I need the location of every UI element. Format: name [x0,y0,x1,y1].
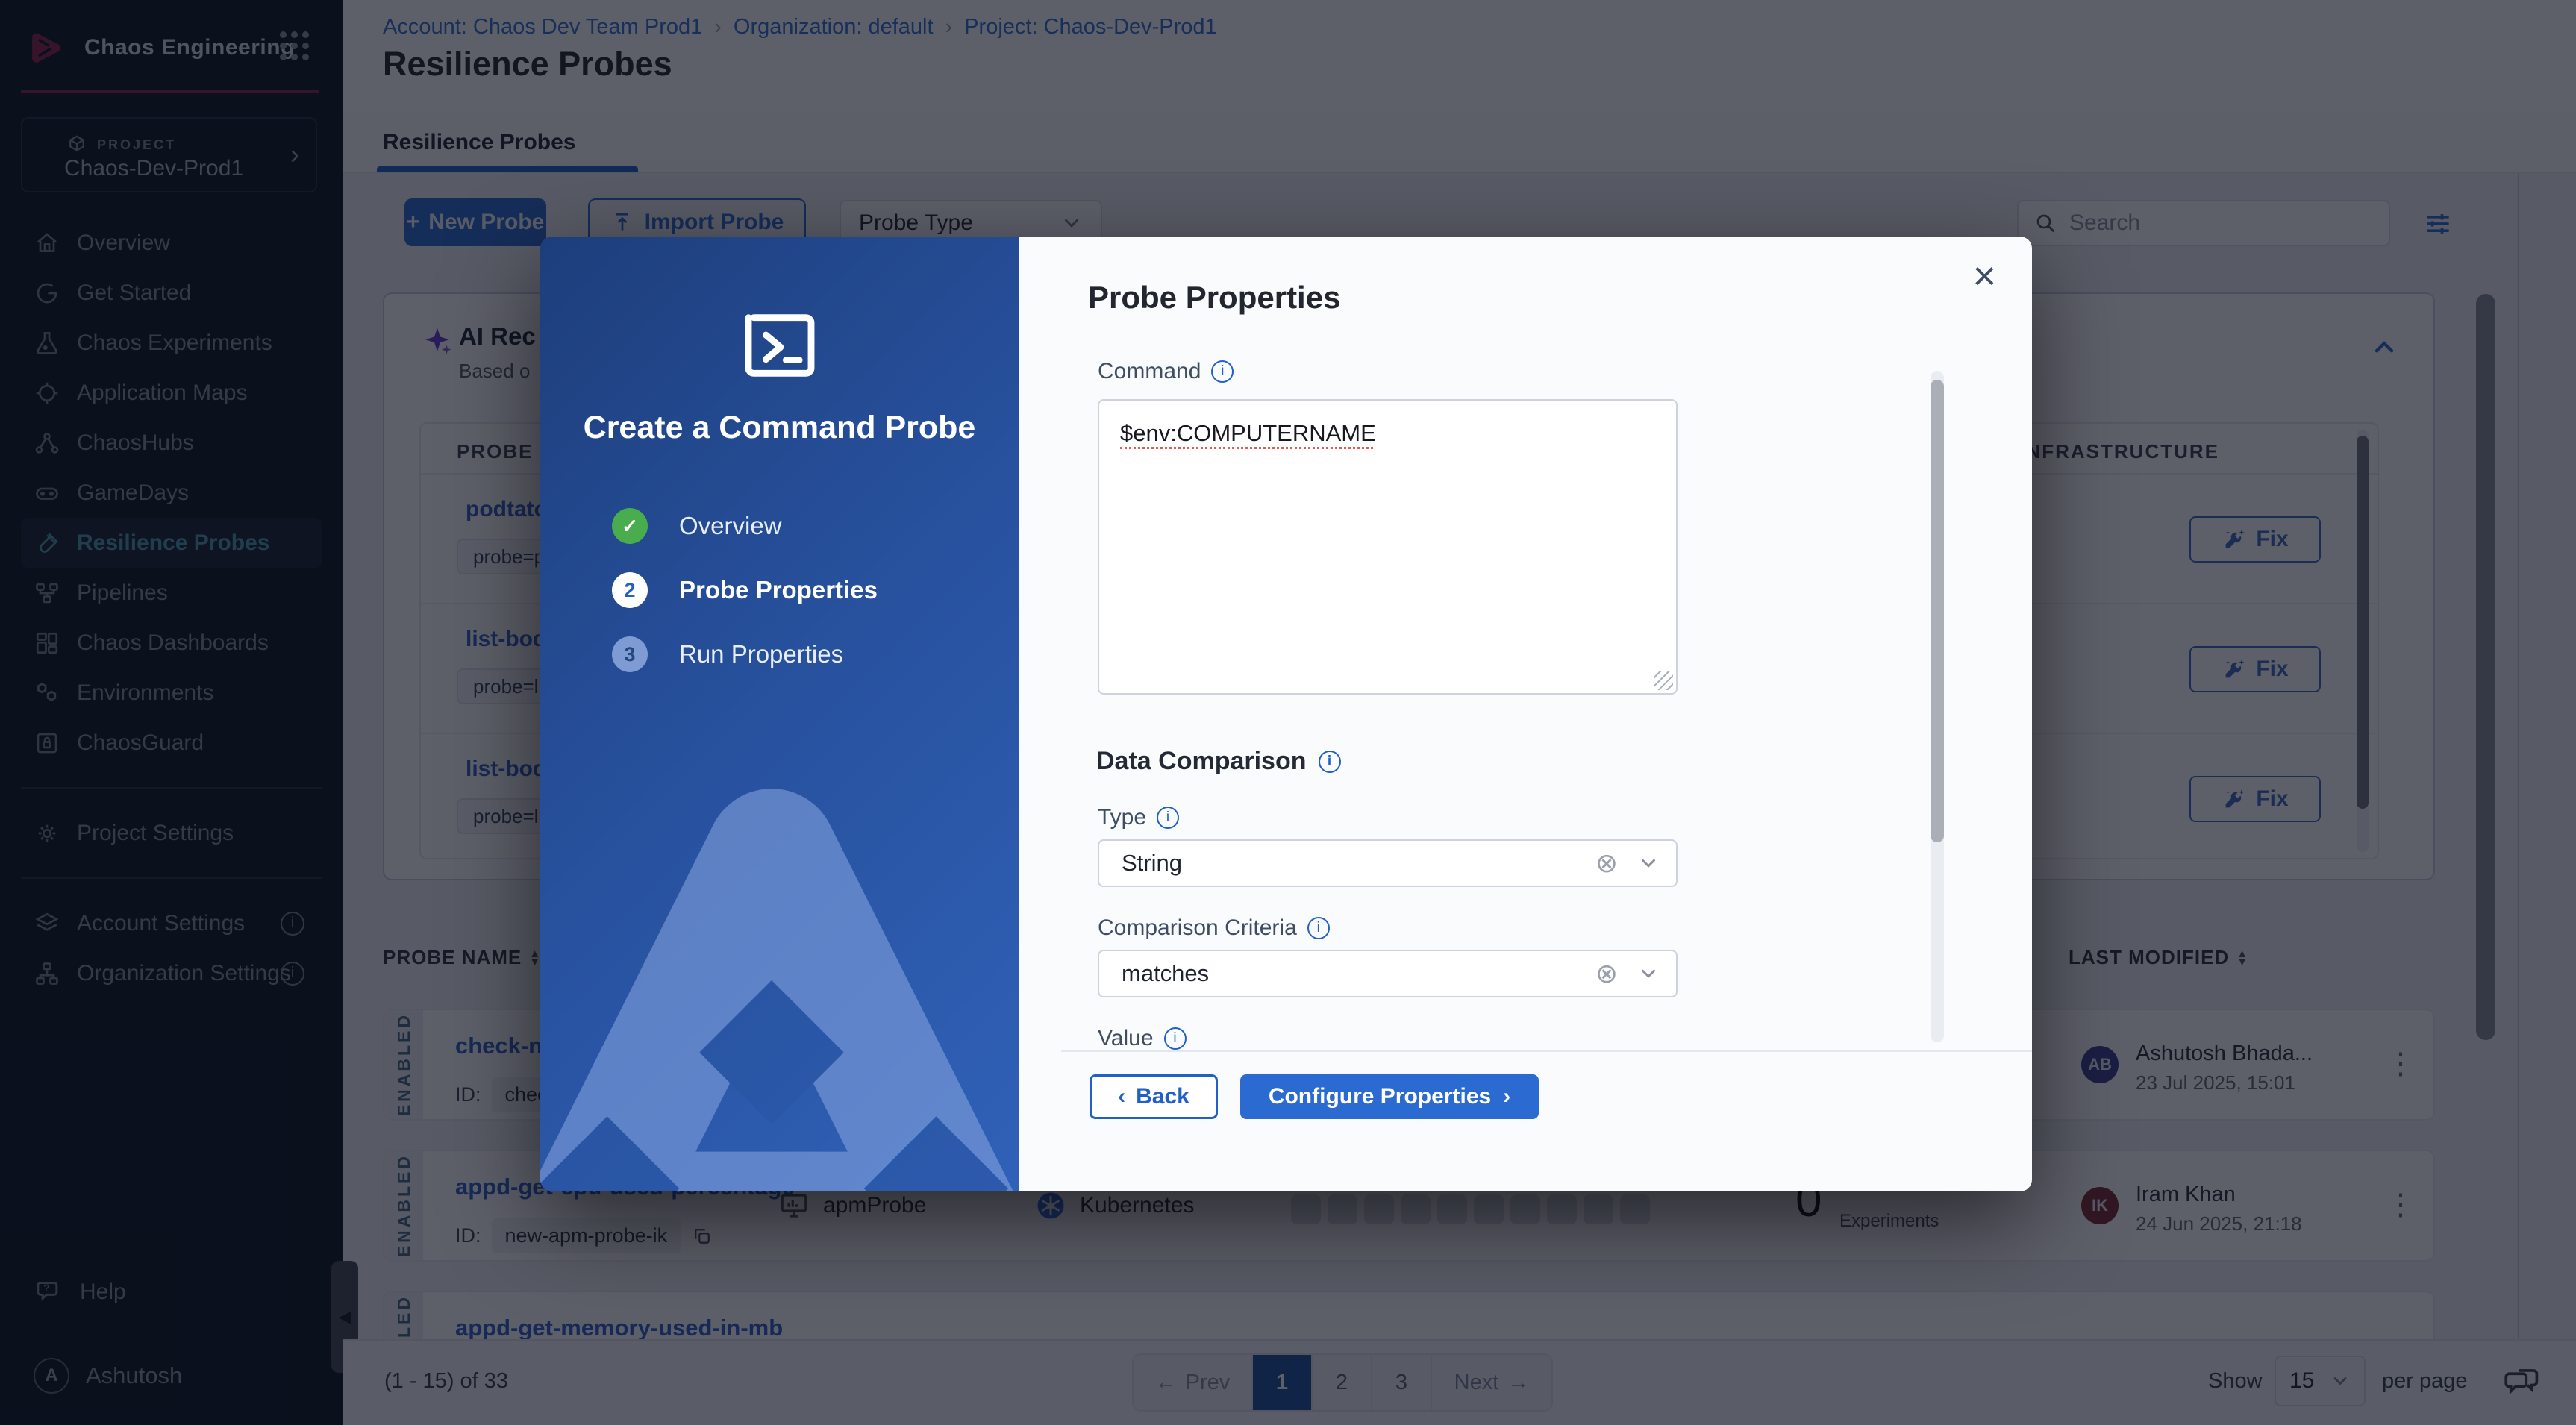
value-label: Value i [1098,1026,1187,1050]
info-icon[interactable]: i [1319,751,1341,773]
back-button[interactable]: ‹ Back [1090,1074,1218,1119]
command-label: Command i [1098,359,1234,384]
data-comparison-section-title: Data Comparison i [1096,747,1341,776]
terminal-icon [736,304,824,387]
step-overview[interactable]: ✓ Overview [612,508,782,544]
command-textarea[interactable]: $env:COMPUTERNAME [1098,399,1678,695]
step-number: 2 [612,572,648,608]
modal-content-panel: × Probe Properties Command i $env:COMPUT… [1019,237,2032,1191]
type-label: Type i [1098,805,1179,830]
comparison-criteria-select[interactable]: matches ⊗ [1098,950,1678,998]
resize-handle[interactable] [1654,671,1673,690]
info-icon[interactable]: i [1164,1027,1187,1050]
step-probe-properties[interactable]: 2 Probe Properties [612,572,878,608]
chevron-down-icon [1637,852,1660,874]
type-select[interactable]: String ⊗ [1098,839,1678,887]
info-icon[interactable]: i [1211,360,1234,383]
chevron-down-icon [1637,962,1660,985]
footer-divider [1061,1050,2032,1052]
modal-left-panel: Create a Command Probe ✓ Overview 2 Prob… [540,237,1019,1191]
chevron-right-icon: › [1503,1086,1510,1108]
modal-form-body: Command i $env:COMPUTERNAME Data Compari… [1019,348,2032,1050]
clear-icon[interactable]: ⊗ [1595,960,1618,987]
modal-title: Probe Properties [1088,280,1340,316]
modal-footer: ‹ Back Configure Properties › [1019,1050,2032,1191]
configure-properties-button[interactable]: Configure Properties › [1240,1074,1539,1119]
modal-scrollbar[interactable] [1931,371,1944,1042]
step-run-properties[interactable]: 3 Run Properties [612,636,843,672]
chaos-watermark [540,707,1019,1191]
step-done-check-icon: ✓ [612,508,648,544]
close-icon[interactable]: × [1972,256,1996,296]
step-number: 3 [612,636,648,672]
app-root: Chaos Engineering PROJECT Chaos-Dev-Prod… [0,0,2576,1425]
info-icon[interactable]: i [1307,917,1330,939]
create-command-probe-modal: Create a Command Probe ✓ Overview 2 Prob… [540,237,2032,1191]
info-icon[interactable]: i [1157,807,1179,829]
chevron-left-icon: ‹ [1118,1086,1125,1108]
comparison-criteria-label: Comparison Criteria i [1098,915,1330,941]
wizard-title: Create a Command Probe [540,410,1019,446]
clear-icon[interactable]: ⊗ [1595,850,1618,877]
